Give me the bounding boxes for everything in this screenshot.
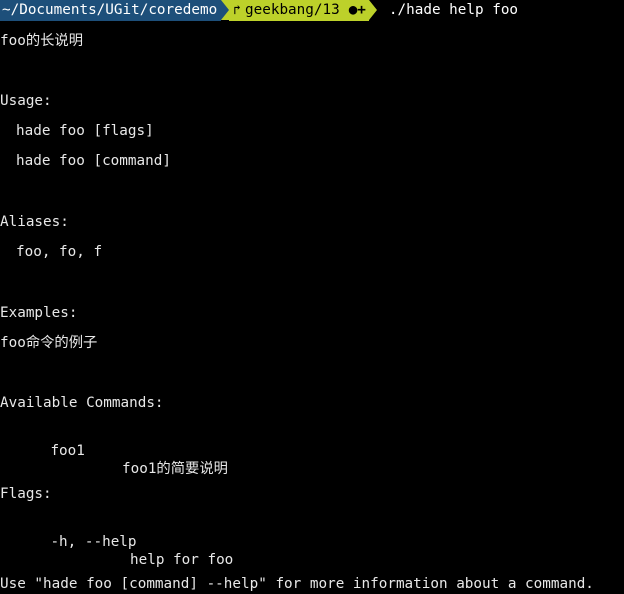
command-description: foo1的简要说明 xyxy=(122,461,228,477)
branch-icon: ↱ xyxy=(233,3,242,18)
long-description: foo的长说明 xyxy=(0,33,84,49)
command-name: foo1 xyxy=(50,443,85,459)
shell-prompt: ~/Documents/UGit/coredemo ↱ geekbang/13 … xyxy=(0,0,518,21)
terminal-window[interactable]: ~/Documents/UGit/coredemo ↱ geekbang/13 … xyxy=(0,0,624,594)
aliases-list: foo, fo, f xyxy=(16,244,103,260)
usage-line: hade foo [command] xyxy=(16,153,171,169)
command-row: foo1 foo1的简要说明 xyxy=(0,424,416,496)
prompt-branch: geekbang/13 xyxy=(245,2,340,18)
usage-heading: Usage: xyxy=(0,93,52,109)
prompt-directory: ~/Documents/UGit/coredemo xyxy=(0,0,222,21)
dirty-status-icon: ●+ xyxy=(348,2,366,18)
commands-heading: Available Commands: xyxy=(0,395,164,411)
typed-command: ./hade help foo xyxy=(388,2,519,18)
flags-heading: Flags: xyxy=(0,486,52,502)
examples-heading: Examples: xyxy=(0,305,78,321)
usage-line: hade foo [flags] xyxy=(16,123,154,139)
prompt-end-arrow xyxy=(368,0,377,20)
prompt-git-segment: ↱ geekbang/13 ●+ xyxy=(229,0,369,21)
aliases-heading: Aliases: xyxy=(0,214,69,230)
flag-description: help for foo xyxy=(130,552,234,568)
prompt-separator-arrow xyxy=(221,0,230,20)
flag-name: -h, --help xyxy=(50,534,137,550)
example-text: foo命令的例子 xyxy=(0,335,98,351)
help-footer: Use "hade foo [command] --help" for more… xyxy=(0,576,594,592)
